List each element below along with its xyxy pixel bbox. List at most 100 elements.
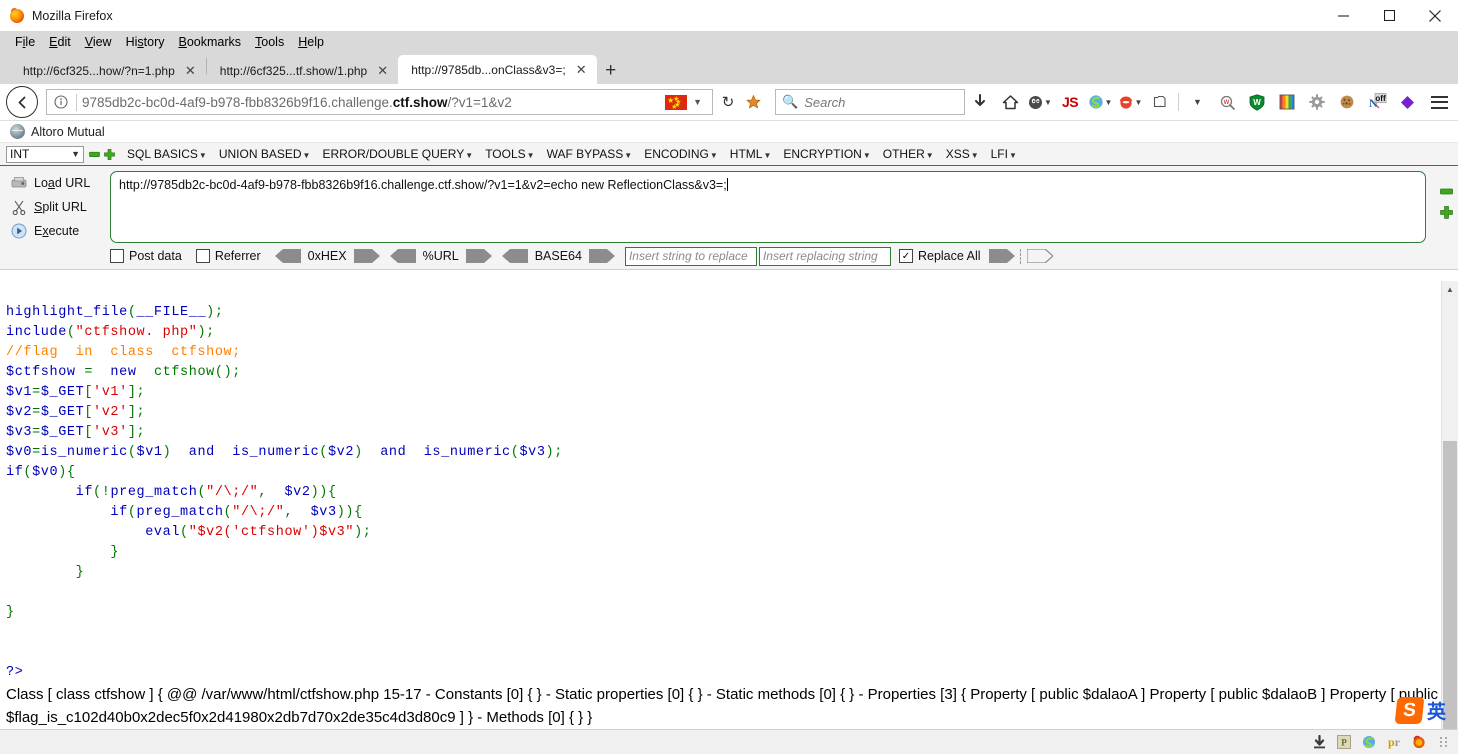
menu-edit[interactable]: Edit (42, 34, 78, 50)
menu-view[interactable]: View (78, 34, 119, 50)
close-tab-icon[interactable]: ✕ (375, 63, 390, 78)
vertical-scrollbar[interactable]: ▲ (1441, 281, 1458, 730)
code-line: } (6, 603, 1458, 623)
close-tab-icon[interactable]: ✕ (183, 63, 198, 78)
hackbar-remove-button[interactable] (89, 149, 100, 160)
ghostery-icon[interactable]: ▼ (1025, 87, 1055, 117)
url-decode-button[interactable] (389, 249, 416, 263)
scrollbar-thumb[interactable] (1443, 441, 1457, 730)
window-title: Mozilla Firefox (32, 8, 113, 23)
hackbar-menu-sql-basics[interactable]: SQL BASICS▼ (121, 147, 213, 161)
menu-history[interactable]: History (119, 34, 172, 50)
p-icon[interactable]: P (1336, 734, 1352, 750)
hackbar-menu-error-double-query[interactable]: ERROR/DOUBLE QUERY▼ (316, 147, 479, 161)
base64-decode-button[interactable] (501, 249, 528, 263)
hackbar-menu-tools[interactable]: TOOLS▼ (479, 147, 540, 161)
referrer-checkbox[interactable]: Referrer (195, 249, 261, 263)
colorpicker-icon[interactable] (1272, 87, 1302, 117)
firefox-icon[interactable] (1411, 734, 1427, 750)
execute-button[interactable]: Execute (8, 219, 110, 243)
bookmark-item-altoro-mutual[interactable]: Altoro Mutual (31, 125, 105, 139)
base64-encode-button[interactable] (588, 249, 615, 263)
copy-icon[interactable] (1145, 87, 1175, 117)
hex-encode-button[interactable] (353, 249, 380, 263)
cookie-icon[interactable] (1332, 87, 1362, 117)
hackbar-menu-encryption[interactable]: ENCRYPTION▼ (777, 147, 876, 161)
maximize-button[interactable] (1366, 0, 1412, 31)
find-string-input[interactable]: Insert string to replace (624, 246, 757, 266)
minimize-button[interactable] (1320, 0, 1366, 31)
window-controls (1320, 0, 1458, 31)
hackbar-menu-lfi[interactable]: LFI▼ (985, 147, 1023, 161)
hackbar-add-button[interactable] (104, 148, 115, 160)
shrink-button[interactable] (1439, 185, 1453, 198)
wot-shield-icon[interactable]: W (1242, 87, 1272, 117)
menu-bookmarks[interactable]: Bookmarks (172, 34, 249, 50)
shodan-icon[interactable] (1361, 734, 1377, 750)
code-token: )){ (336, 505, 363, 520)
wappalyzer-icon[interactable]: W (1212, 87, 1242, 117)
load-url-button[interactable]: Load URL (8, 171, 110, 195)
replace-apply-button[interactable] (988, 249, 1015, 263)
url-encode-button[interactable] (465, 249, 492, 263)
hackbar-menu-waf-bypass[interactable]: WAF BYPASS▼ (541, 147, 639, 161)
download-arrow-icon[interactable] (1311, 734, 1327, 750)
replace-all-checkbox[interactable]: ✓ Replace All (898, 249, 981, 263)
site-info-icon[interactable] (51, 95, 71, 109)
chevron-down-icon[interactable]: ▼ (693, 97, 702, 107)
address-bar[interactable]: 9785db2c-bc0d-4af9-b978-fbb8326b9f16.cha… (46, 89, 713, 115)
code-token: preg_match (136, 505, 224, 520)
hackbar-menu-other[interactable]: OTHER▼ (877, 147, 940, 161)
tab-2[interactable]: http://6cf325...tf.show/1.php ✕ (207, 57, 398, 84)
grow-button[interactable] (1439, 206, 1453, 219)
hackbar-menu-union-based[interactable]: UNION BASED▼ (213, 147, 317, 161)
split-url-button[interactable]: Split URL (8, 195, 110, 219)
bookmark-star-icon[interactable] (739, 88, 767, 116)
chevron-down-icon[interactable]: ▼ (1105, 98, 1113, 107)
replace-string-input[interactable]: Insert replacing string (758, 246, 891, 266)
menu-help[interactable]: Help (291, 34, 331, 50)
replace-revert-button[interactable] (1025, 248, 1054, 264)
pr-icon[interactable]: pr (1386, 734, 1402, 750)
search-bar[interactable]: 🔍 Search (775, 89, 965, 115)
hackbar-menu-xss[interactable]: XSS▼ (940, 147, 985, 161)
diamond-icon[interactable] (1392, 87, 1422, 117)
code-token: (! (93, 485, 111, 500)
ime-mode-label[interactable]: 英 (1427, 697, 1446, 724)
tab-1[interactable]: http://6cf325...how/?n=1.php ✕ (10, 57, 206, 84)
hackbar-menu-encoding[interactable]: ENCODING▼ (638, 147, 724, 161)
js-icon[interactable]: JS (1055, 87, 1085, 117)
chevron-down-icon[interactable]: ▼ (1182, 87, 1212, 117)
open-menu-button[interactable] (1426, 89, 1452, 115)
chevron-down-icon[interactable]: ▼ (1135, 98, 1143, 107)
menu-tools[interactable]: Tools (248, 34, 291, 50)
hackbar-type-select[interactable]: INT ▼ (6, 145, 84, 163)
back-button[interactable] (6, 86, 38, 118)
close-tab-icon[interactable]: ✕ (574, 62, 589, 77)
menu-file[interactable]: File (8, 34, 42, 50)
code-line: $v0=is_numeric($v1) and is_numeric($v2) … (6, 443, 1458, 463)
code-line: } (6, 563, 1458, 583)
post-data-checkbox[interactable]: Post data (110, 249, 182, 263)
code-token: "$v2('ctfshow')$v3" (188, 525, 355, 540)
new-tab-button[interactable]: + (597, 57, 625, 84)
chevron-down-icon: ▼ (71, 149, 80, 159)
code-token: if (110, 505, 128, 520)
scroll-up-arrow-icon[interactable]: ▲ (1442, 281, 1458, 297)
tab-3-active[interactable]: http://9785db...onClass&v3=; ✕ (398, 55, 597, 84)
noscript-off-icon[interactable]: Noff (1362, 87, 1392, 117)
code-token: $_GET (40, 425, 85, 440)
download-icon[interactable] (965, 87, 995, 117)
burp-icon[interactable]: ▼ (1115, 87, 1145, 117)
close-button[interactable] (1412, 0, 1458, 31)
hex-decode-button[interactable] (274, 249, 301, 263)
sogou-logo-icon[interactable]: S (1394, 697, 1425, 724)
gear-icon[interactable] (1302, 87, 1332, 117)
hackbar-menu-html[interactable]: HTML▼ (724, 147, 778, 161)
home-icon[interactable] (995, 87, 1025, 117)
shodan-icon[interactable]: ▼ (1085, 87, 1115, 117)
reload-button[interactable]: ↻ (717, 93, 739, 111)
chevron-down-icon[interactable]: ▼ (1044, 98, 1052, 107)
hackbar-url-input[interactable]: http://9785db2c-bc0d-4af9-b978-fbb8326b9… (110, 171, 1426, 243)
